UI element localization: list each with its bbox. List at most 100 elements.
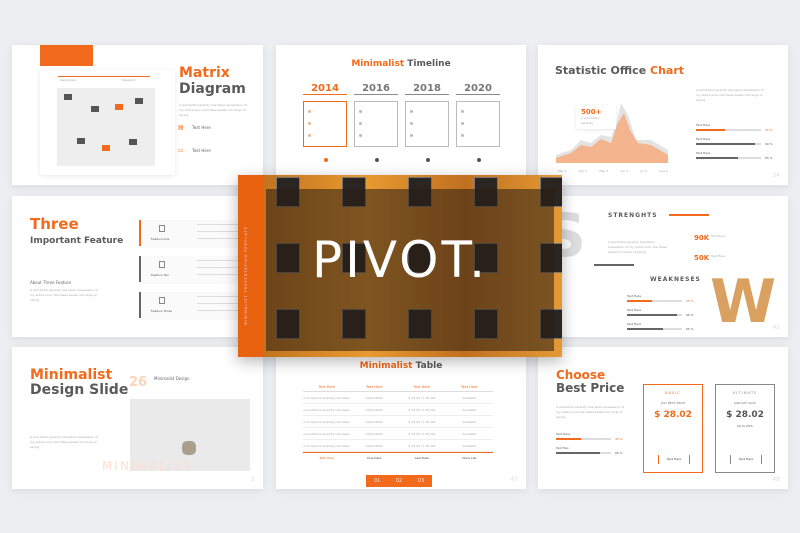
bar-label: Text Here (627, 308, 642, 312)
bullet-icon (410, 134, 413, 137)
bullet-icon (410, 110, 413, 113)
bar-fill (696, 143, 755, 145)
body-text: A wonderful serenity has taken possessio… (556, 405, 624, 419)
bar-value: 90 % (686, 313, 694, 317)
column-header: Text Here (366, 385, 383, 389)
hero-cover-slide[interactable]: MINIMALIST PRESENTATION TEMPLATE PIVOT. (238, 175, 562, 357)
slide-table[interactable]: Minimalist Table Text Here Text Here Text … (276, 347, 526, 489)
slide-pricing[interactable]: Choose Best Price A wonderful serenity h… (538, 347, 788, 489)
bullet-icon (410, 122, 413, 125)
slide-design[interactable]: Minimalist Design Slide A wonderful sere… (12, 347, 263, 489)
timeline-dot (426, 158, 430, 162)
progress-bar: Text Here 65 % (627, 322, 695, 336)
progress-bar: Text Here 90 % (627, 308, 695, 322)
bullet-icon (359, 134, 362, 137)
slide-title: Minimalist Table (359, 361, 443, 371)
column-header: Text Here (413, 385, 431, 389)
table-row: A wonderful serenity has taken 01/01/2020… (303, 404, 493, 416)
stat-label: Text Here (711, 234, 726, 238)
table-cell: Available (462, 395, 477, 400)
slide-title: Design Slide (30, 382, 129, 398)
footer-cell: Done List (462, 456, 477, 460)
bar-fill (696, 157, 739, 159)
page-link[interactable]: 01 (374, 478, 380, 484)
body-text: A wonderful serenity has taken possessio… (30, 435, 98, 449)
bar-value: 80 % (615, 451, 623, 455)
table-cell: $ 19.00 / 1.00 AM (408, 407, 436, 412)
timeline-dot (477, 158, 481, 162)
bullet-icon (308, 110, 311, 113)
page-link[interactable]: 02 (396, 478, 402, 484)
timeline-dot (324, 158, 328, 162)
table-cell: $ 19.00 / 1.00 AM (408, 419, 436, 424)
bar-label: Text Here (696, 123, 711, 127)
table-cell: 01/01/2020 (365, 419, 383, 424)
x-tick-label: Jun 4 (620, 169, 629, 173)
slide-title: Best Price (556, 381, 625, 395)
timeline-year: 2014 (303, 83, 347, 95)
bullet-icon (308, 122, 311, 125)
bar-value: 65 % (765, 156, 773, 160)
bullet-icon (461, 110, 464, 113)
bar-value: 90 % (765, 142, 773, 146)
slide-three-feature[interactable]: Three Important Feature About Three Feat… (12, 196, 263, 337)
progress-bar: Text Here 90 % (696, 137, 781, 151)
timeline-card (405, 101, 449, 147)
plan-button[interactable]: Text Here (730, 455, 762, 464)
table-cell: 01/01/2020 (365, 431, 383, 436)
plan-discount: Up to 25% (737, 424, 753, 428)
table-cell: Available (462, 419, 477, 424)
progress-bar: Text Here 45 % (627, 294, 695, 308)
section-heading: WEAKNESES (650, 276, 701, 283)
page-number: 47 (510, 476, 518, 483)
slide-timeline[interactable]: Minimalist Timeline 2014 2016 2018 2020 (276, 45, 526, 185)
slide-statistic-chart[interactable]: Statistic Office Chart 500+ A wonderful s… (538, 45, 788, 185)
bar-track (627, 314, 682, 316)
slide-swot[interactable]: S STRENGHTS A wonderful serenity has tak… (538, 196, 788, 337)
hero-title: PIVOT. (311, 231, 489, 289)
x-tick-label: Apr 3 (578, 169, 587, 173)
about-heading: About Three Feature (30, 280, 71, 285)
bullet-icon (359, 110, 362, 113)
plan-price: $ 28.02 (726, 410, 764, 420)
document-icon (159, 297, 165, 304)
bar-track (556, 452, 611, 454)
accent-line (139, 256, 141, 282)
feature-label: Feature Three (151, 309, 172, 313)
bar-track (696, 157, 761, 159)
item-label: Text Here (192, 148, 211, 153)
table-row: A wonderful serenity has taken 01/01/2020… (303, 416, 493, 428)
x-tick-label: May 3 (599, 169, 609, 173)
column-header: Text Here (461, 385, 478, 389)
bar-fill (696, 129, 726, 131)
timeline-year: 2020 (456, 83, 500, 95)
page-link[interactable]: 03 (418, 478, 424, 484)
body-text: A wonderful serenity has taken possessio… (179, 103, 247, 117)
plan-price: $ 28.02 (654, 410, 692, 420)
bullet-icon (461, 134, 464, 137)
number: 26 (129, 375, 148, 390)
slide-title: Statistic Office Chart (555, 64, 685, 77)
slide-matrix-diagram[interactable]: Awareness Research Matrix Diagram A wond… (12, 45, 263, 185)
x-tick-label: Jul 5 (640, 169, 647, 173)
plan-button[interactable]: Text Here (658, 455, 690, 464)
bar-track (696, 143, 761, 145)
bar-fill (556, 438, 581, 440)
table-row: A wonderful serenity has taken 01/01/2020… (303, 428, 493, 440)
item-label: Text Here (192, 125, 211, 130)
table-cell: 01/01/2020 (365, 443, 383, 448)
slide-title: Matrix (179, 65, 230, 81)
table-cell: A wonderful serenity has taken (303, 443, 351, 448)
feature-label: Feature Two (151, 273, 169, 277)
x-tick-label: Aug 6 (659, 169, 668, 173)
plan-name: BASIC (665, 391, 681, 395)
table-cell: Available (462, 443, 477, 448)
progress-bar: Text Here 65 % (696, 151, 781, 165)
letter-w-graphic: W (710, 267, 777, 337)
bar-label: Text Here (627, 322, 642, 326)
bar-fill (556, 452, 600, 454)
progress-bar: Text Two 80 % (556, 446, 626, 460)
footer-cell: Total Here (319, 456, 335, 460)
stat-value: 90K (694, 234, 710, 242)
slide-title: Three (30, 215, 79, 233)
